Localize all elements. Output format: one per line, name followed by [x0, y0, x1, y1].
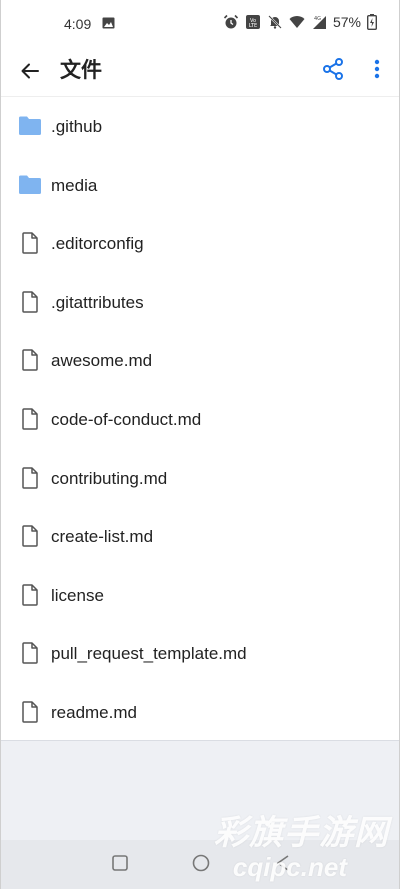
file-icon [22, 466, 38, 489]
image-notification-icon [102, 17, 115, 29]
file-row[interactable]: contributing.md [1, 449, 399, 508]
file-list: .github media .editorconfig .gitattributes a… [1, 97, 399, 742]
cell-signal-icon: 4G [312, 16, 326, 29]
file-row[interactable]: awesome.md [1, 331, 399, 390]
battery-icon [367, 14, 377, 30]
share-icon [323, 58, 343, 80]
file-row[interactable]: create-list.md [1, 507, 399, 566]
arrow-left-icon [21, 63, 39, 79]
svg-text:LTE: LTE [249, 23, 257, 29]
file-icon [22, 408, 38, 430]
file-name: media [51, 175, 98, 195]
file-name: .gitattributes [51, 292, 144, 312]
folder-row[interactable]: .github [1, 97, 399, 156]
file-icon [22, 349, 38, 372]
back-button[interactable] [15, 56, 45, 86]
folder-row[interactable]: media [1, 156, 399, 215]
alarm-icon [223, 14, 239, 29]
home-button[interactable] [190, 852, 212, 874]
file-row[interactable]: readme.md [1, 683, 399, 742]
file-icon [22, 525, 38, 547]
file-name: license [51, 585, 104, 605]
file-name: contributing.md [51, 468, 168, 488]
file-row[interactable]: .editorconfig [1, 214, 399, 273]
page-title: 文件 [60, 59, 102, 82]
app-bar: 文件 [1, 50, 399, 97]
file-row[interactable]: license [1, 566, 399, 625]
screen: 4:09 Vo LTE 4G 57% 文件 .github media .edi… [0, 0, 400, 889]
file-icon [22, 701, 38, 723]
file-icon [22, 232, 38, 254]
system-nav-bar [1, 840, 399, 889]
volte-icon: Vo LTE [245, 15, 260, 29]
folder-icon [19, 175, 41, 194]
file-name: readme.md [51, 702, 137, 722]
status-time: 4:09 [64, 16, 92, 32]
file-name: create-list.md [51, 527, 154, 547]
file-icon [22, 291, 38, 313]
battery-percent: 57% [332, 14, 361, 30]
share-button[interactable] [319, 55, 347, 83]
file-name: .github [51, 117, 103, 136]
file-row[interactable]: pull_request_template.md [1, 624, 399, 683]
file-name: awesome.md [51, 351, 153, 371]
more-options-button[interactable] [365, 55, 389, 83]
file-row[interactable]: .gitattributes [1, 273, 399, 332]
empty-area [1, 740, 399, 841]
wifi-icon [289, 16, 305, 28]
file-row[interactable]: code-of-conduct.md [1, 390, 399, 449]
back-nav-button[interactable] [272, 852, 294, 874]
network-type-label: 4G [314, 16, 321, 22]
mute-bell-icon [268, 15, 282, 29]
recents-button[interactable] [109, 852, 131, 874]
file-name: code-of-conduct.md [51, 409, 202, 429]
file-name: pull_request_template.md [51, 644, 247, 664]
file-name: .editorconfig [51, 234, 144, 254]
folder-icon [19, 116, 41, 135]
file-icon [22, 642, 38, 665]
more-vert-icon [374, 59, 380, 79]
status-right-icons: Vo LTE 4G 57% [223, 14, 377, 30]
file-icon [22, 584, 38, 606]
status-bar: 4:09 Vo LTE 4G 57% [1, 0, 399, 50]
